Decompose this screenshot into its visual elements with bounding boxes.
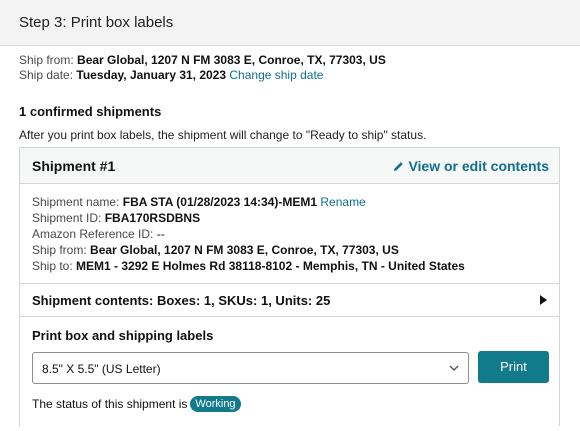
- ship-from-value: Bear Global, 1207 N FM 3083 E, Conroe, T…: [77, 53, 386, 67]
- amazon-ref-value: --: [156, 227, 165, 241]
- shipment-id-value: FBA170RSDBNS: [104, 211, 201, 225]
- shipment-status-line: The status of this shipment is Working: [32, 396, 241, 412]
- ship-date-value: Tuesday, January 31, 2023: [76, 68, 227, 82]
- shipment-from-line: Ship from: Bear Global, 1207 N FM 3083 E…: [32, 243, 399, 257]
- shipment-contents-label: Shipment contents: Boxes: 1, SKUs: 1, Un…: [32, 293, 331, 308]
- shipment-to-value: MEM1 - 3292 E Holmes Rd 38118-8102 - Mem…: [76, 259, 465, 273]
- ship-date-line: Ship date: Tuesday, January 31, 2023 Cha…: [19, 68, 323, 82]
- view-edit-contents-label: View or edit contents: [408, 158, 549, 174]
- ship-date-label: Ship date:: [19, 68, 74, 82]
- shipment-header: Shipment #1 View or edit contents: [20, 148, 559, 184]
- shipment-title: Shipment #1: [32, 158, 116, 174]
- paper-size-value: 8.5" X 5.5" (US Letter): [42, 362, 161, 376]
- step-title: Step 3: Print box labels: [19, 14, 174, 31]
- print-labels-title: Print box and shipping labels: [32, 328, 214, 343]
- shipment-id-line: Shipment ID: FBA170RSDBNS: [32, 211, 200, 225]
- shipment-name-line: Shipment name: FBA STA (01/28/2023 14:34…: [32, 195, 366, 209]
- paper-size-select[interactable]: 8.5" X 5.5" (US Letter): [32, 352, 469, 384]
- print-button[interactable]: Print: [478, 351, 549, 383]
- confirmed-shipments-description: After you print box labels, the shipment…: [19, 128, 427, 142]
- change-ship-date-link[interactable]: Change ship date: [229, 68, 323, 82]
- amazon-ref-label: Amazon Reference ID:: [32, 227, 154, 241]
- caret-right-icon: [540, 295, 547, 305]
- amazon-ref-line: Amazon Reference ID: --: [32, 227, 165, 241]
- view-edit-contents-link[interactable]: View or edit contents: [393, 158, 549, 174]
- shipment-to-label: Ship to:: [32, 259, 73, 273]
- shipment-id-label: Shipment ID:: [32, 211, 102, 225]
- chevron-down-icon: [449, 365, 459, 371]
- pencil-icon: [394, 161, 404, 171]
- status-badge: Working: [190, 396, 241, 412]
- shipment-status-text: The status of this shipment is: [32, 397, 188, 411]
- shipment-contents-toggle[interactable]: Shipment contents: Boxes: 1, SKUs: 1, Un…: [20, 283, 559, 317]
- ship-from-line: Ship from: Bear Global, 1207 N FM 3083 E…: [19, 53, 386, 67]
- shipment-name-value: FBA STA (01/28/2023 14:34)-MEM1: [122, 195, 318, 209]
- step-header: Step 3: Print box labels: [0, 0, 580, 46]
- shipment-name-label: Shipment name:: [32, 195, 120, 209]
- shipment-from-value: Bear Global, 1207 N FM 3083 E, Conroe, T…: [90, 243, 399, 257]
- confirmed-shipments-title: 1 confirmed shipments: [19, 104, 162, 119]
- shipment-card: Shipment #1 View or edit contents Shipme…: [19, 147, 560, 426]
- ship-from-label: Ship from:: [19, 53, 74, 67]
- rename-link[interactable]: Rename: [320, 195, 365, 209]
- shipment-to-line: Ship to: MEM1 - 3292 E Holmes Rd 38118-8…: [32, 259, 465, 273]
- shipment-from-label: Ship from:: [32, 243, 87, 257]
